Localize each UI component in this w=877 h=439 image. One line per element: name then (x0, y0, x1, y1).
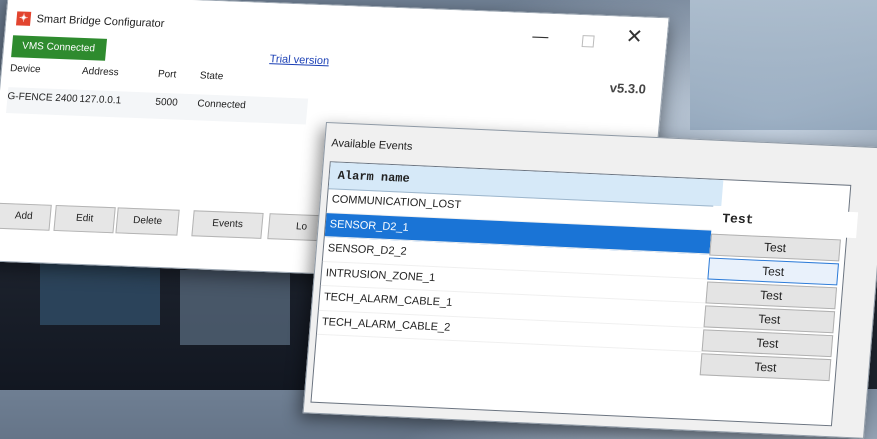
test-button[interactable]: Test (705, 281, 838, 310)
trial-version-link[interactable]: Trial version (269, 53, 330, 67)
maximize-icon[interactable] (581, 35, 595, 48)
col-port: Port (157, 68, 177, 81)
cell-port: 5000 (154, 96, 179, 109)
test-button[interactable]: Test (701, 329, 834, 358)
col-address: Address (81, 65, 120, 79)
test-button[interactable]: Test (707, 257, 839, 286)
test-button[interactable]: Test (703, 305, 836, 334)
add-button[interactable]: Add (0, 202, 52, 231)
device-table: Device Address Port State G-FENCE 2400 1… (6, 59, 310, 125)
edit-button[interactable]: Edit (53, 204, 116, 234)
close-icon[interactable]: ✕ (625, 26, 644, 49)
minimize-icon[interactable]: — (532, 28, 550, 46)
window-title: Smart Bridge Configurator (36, 13, 165, 31)
bridge-app-icon: ✦ (15, 11, 32, 26)
col-state: State (199, 70, 224, 83)
cell-state: Connected (196, 98, 247, 112)
events-button[interactable]: Events (191, 210, 264, 239)
test-button[interactable]: Test (699, 353, 832, 382)
alarm-table: Alarm name Test COMMUNICATION_LOST SENSOR… (310, 161, 859, 427)
col-device: Device (9, 63, 42, 76)
background-window-light (690, 0, 877, 130)
background-monitor-2 (180, 270, 290, 345)
events-title: Available Events (330, 137, 413, 153)
events-window: Available Events Alarm name Test COMMUNI… (302, 122, 877, 439)
cell-address: 127.0.0.1 (78, 93, 122, 107)
cell-device: G-FENCE 2400 (7, 91, 78, 105)
test-button-list: Test Test Test Test Test Test (699, 232, 846, 384)
test-button[interactable]: Test (709, 233, 841, 262)
version-label: v5.3.0 (609, 80, 647, 97)
delete-button[interactable]: Delete (115, 207, 180, 236)
vms-status-badge: VMS Connected (11, 35, 108, 61)
alarm-list: COMMUNICATION_LOST SENSOR_D2_1 SENSOR_D2_2… (316, 188, 714, 353)
